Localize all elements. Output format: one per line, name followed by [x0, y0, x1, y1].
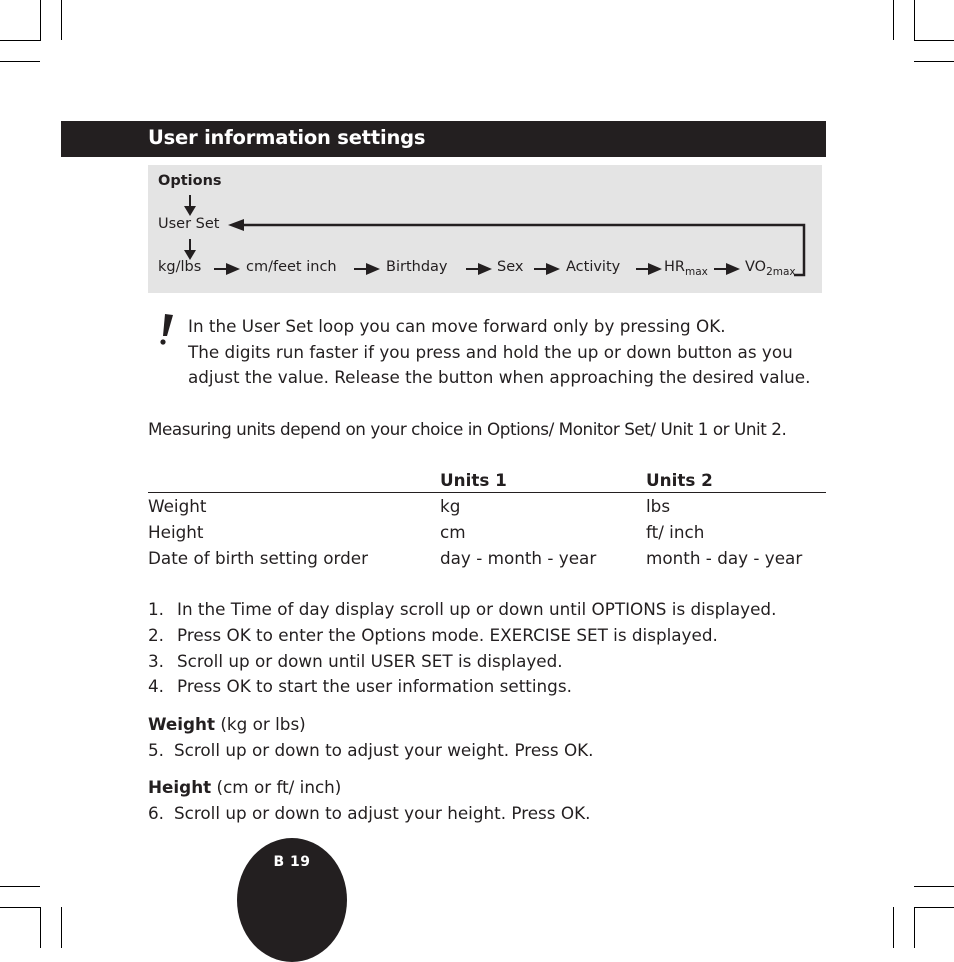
- table-cell: lbs: [646, 496, 671, 516]
- step-text: Scroll up or down to adjust your height.…: [174, 802, 591, 823]
- flow-step-subscript: max: [684, 266, 708, 278]
- table-cell: ft/ inch: [646, 522, 705, 542]
- units-table: Units 1 Units 2 Weight kg lbs Height cm …: [148, 470, 826, 574]
- table-header-cell: Units 1: [440, 470, 507, 490]
- flow-step: cm/feet inch: [246, 259, 337, 275]
- table-row: Height cm ft/ inch: [148, 522, 826, 548]
- table-row: Weight kg lbs: [148, 496, 826, 522]
- crop-mark: [61, 907, 62, 948]
- step-text: In the Time of day display scroll up or …: [177, 599, 777, 619]
- step-number: 3.: [148, 650, 165, 671]
- list-item: 1. In the Time of day display scroll up o…: [148, 597, 776, 623]
- arrow-down-icon: [184, 195, 196, 216]
- section-title: Height: [148, 777, 212, 797]
- table-cell: cm: [440, 522, 466, 542]
- flow-step: HRmax: [664, 259, 708, 278]
- crop-mark: [61, 0, 62, 40]
- table-cell: Date of birth setting order: [148, 548, 368, 568]
- flow-step: kg/lbs: [158, 259, 202, 275]
- step-number: 6.: [148, 802, 165, 823]
- arrow-right-icon: [534, 263, 560, 275]
- note-line: In the User Set loop you can move forwar…: [188, 316, 726, 336]
- crop-mark: [893, 907, 894, 948]
- arrow-right-icon: [466, 263, 492, 275]
- list-item: 4. Press OK to start the user information…: [148, 674, 776, 700]
- flow-root-label: Options: [158, 173, 222, 189]
- flow-step-subscript: 2max: [766, 266, 796, 278]
- list-item: 3. Scroll up or down until USER SET is di…: [148, 649, 776, 675]
- section-units: (kg or lbs): [220, 714, 306, 734]
- list-item: 2. Press OK to enter the Options mode. EX…: [148, 623, 776, 649]
- height-section: Height (cm or ft/ inch) 6. Scroll up or d…: [148, 775, 590, 826]
- crop-mark: [914, 0, 915, 40]
- page-title: User information settings: [148, 126, 426, 149]
- arrow-right-icon: [714, 263, 740, 275]
- step-number: 2.: [148, 624, 165, 645]
- page-number: B 19: [273, 854, 311, 870]
- crop-mark: [0, 907, 41, 908]
- section-heading: Weight (kg or lbs): [148, 712, 594, 738]
- step-number: 1.: [148, 599, 165, 619]
- note-text: In the User Set loop you can move forwar…: [188, 314, 810, 391]
- table-cell: day - month - year: [440, 548, 597, 568]
- arrow-right-icon: [214, 263, 240, 275]
- flow-step-label: VO: [745, 259, 767, 275]
- table-header-cell: Units 2: [646, 470, 713, 490]
- note-line: adjust the value. Release the button whe…: [188, 367, 811, 387]
- note-line: The digits run faster if you press and h…: [188, 341, 793, 362]
- crop-mark: [0, 61, 40, 62]
- step-number: 4.: [148, 676, 165, 697]
- arrow-down-icon: [184, 239, 196, 260]
- step-text: Press OK to start the user information s…: [177, 676, 572, 697]
- crop-mark: [914, 886, 954, 887]
- table-cell: month - day - year: [646, 548, 803, 568]
- flow-step-label: HR: [664, 259, 685, 275]
- section-title: Weight: [148, 714, 216, 734]
- arrow-right-icon: [636, 263, 662, 275]
- crop-mark: [914, 907, 954, 908]
- crop-mark: [0, 886, 40, 887]
- steps-list: 1. In the Time of day display scroll up o…: [148, 597, 776, 700]
- section-units: (cm or ft/ inch): [216, 777, 342, 797]
- section-heading: Height (cm or ft/ inch): [148, 775, 590, 801]
- flow-loop-start: User Set: [158, 216, 220, 232]
- units-intro: Measuring units depend on your choice in…: [148, 419, 787, 439]
- arrow-right-icon: [354, 263, 380, 275]
- step-text: Scroll up or down to adjust your weight.…: [174, 739, 594, 760]
- exclamation-icon: [160, 314, 173, 345]
- table-cell: kg: [440, 496, 461, 516]
- crop-mark: [40, 0, 41, 40]
- section-header-bar: User information settings: [61, 121, 826, 157]
- flow-step: Activity: [566, 259, 621, 275]
- list-item: 6. Scroll up or down to adjust your heigh…: [148, 801, 590, 827]
- crop-mark: [914, 40, 954, 41]
- page-number-badge: B 19: [237, 838, 347, 962]
- flow-diagram: Options User Set kg/lbs cm/feet inch Bir…: [148, 165, 822, 293]
- flow-step: VO2max: [745, 259, 796, 278]
- table-row: Date of birth setting order day - month …: [148, 548, 826, 574]
- flow-step: Sex: [497, 259, 524, 275]
- list-item: 5. Scroll up or down to adjust your weigh…: [148, 738, 594, 764]
- step-text: Scroll up or down until USER SET is disp…: [177, 650, 563, 671]
- table-cell: Height: [148, 522, 204, 542]
- crop-mark: [40, 907, 41, 948]
- table-cell: Weight: [148, 496, 207, 516]
- step-text: Press OK to enter the Options mode. EXER…: [177, 624, 718, 645]
- weight-section: Weight (kg or lbs) 5. Scroll up or down t…: [148, 712, 594, 763]
- crop-mark: [914, 61, 954, 62]
- step-number: 5.: [148, 739, 165, 760]
- flow-step: Birthday: [386, 259, 448, 275]
- crop-mark: [0, 40, 41, 41]
- table-divider: [148, 492, 826, 493]
- table-header-row: Units 1 Units 2: [148, 470, 826, 496]
- crop-mark: [914, 907, 915, 948]
- crop-mark: [893, 0, 894, 40]
